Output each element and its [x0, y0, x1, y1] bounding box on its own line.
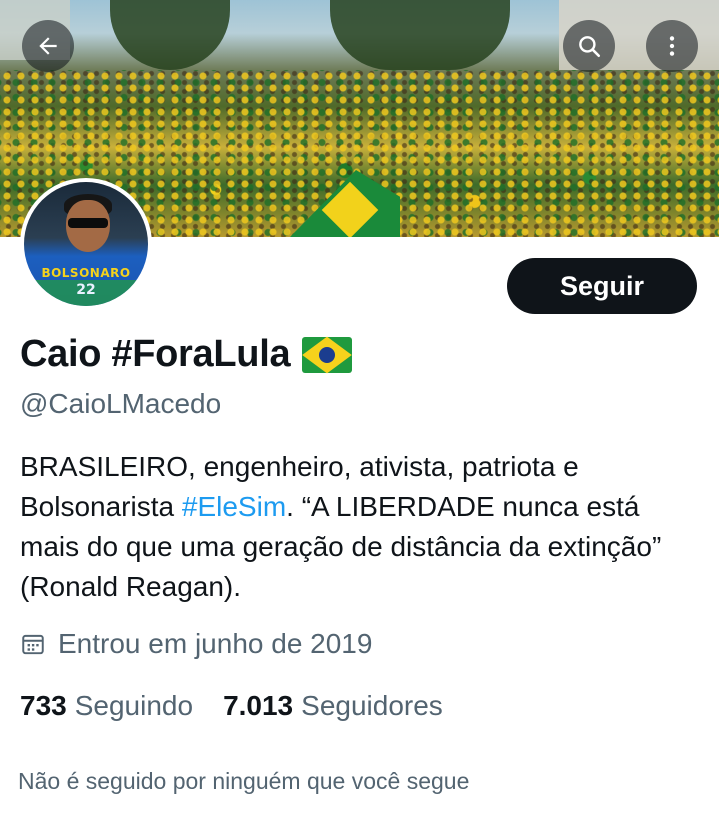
join-date: Entrou em junho de 2019 [20, 628, 372, 660]
username-handle: @CaioLMacedo [20, 388, 222, 419]
calendar-icon [22, 634, 44, 655]
followers-count: 7.013 [223, 690, 294, 721]
display-name: Caio #ForaLula [20, 333, 291, 375]
followers-label: Seguidores [301, 690, 443, 721]
more-button[interactable] [646, 20, 698, 72]
avatar[interactable]: BOLSONARO 22 [20, 178, 152, 310]
follow-stats: 733 Seguindo 7.013 Seguidores [20, 690, 473, 722]
avatar-shirt-number: 22 [76, 282, 96, 298]
banner-tree [330, 0, 510, 70]
search-button[interactable] [563, 20, 615, 72]
join-date-text: Entrou em junho de 2019 [58, 628, 373, 659]
search-icon [579, 36, 601, 58]
mutual-followers-text: Não é seguido por ninguém que você segue [18, 768, 470, 794]
brazil-flag-icon [302, 336, 353, 373]
follow-button[interactable]: Seguir [507, 258, 697, 314]
following-label: Seguindo [74, 690, 194, 721]
following-link[interactable]: 733 Seguindo [20, 690, 193, 722]
avatar-sunglasses [68, 218, 108, 228]
avatar-shirt-text: BOLSONARO [41, 266, 131, 280]
arrow-left-icon [39, 37, 57, 55]
followers-link[interactable]: 7.013 Seguidores [223, 690, 443, 722]
avatar-image: BOLSONARO 22 [24, 182, 148, 306]
following-count: 733 [20, 690, 67, 721]
banner-tree [110, 0, 230, 70]
back-button[interactable] [22, 20, 74, 72]
more-vertical-icon [669, 36, 675, 56]
bio-hashtag-link[interactable]: #EleSim [182, 491, 286, 522]
profile-bio: BRASILEIRO, engenheiro, ativista, patrio… [20, 447, 700, 607]
name-row: Caio #ForaLula [20, 333, 353, 376]
